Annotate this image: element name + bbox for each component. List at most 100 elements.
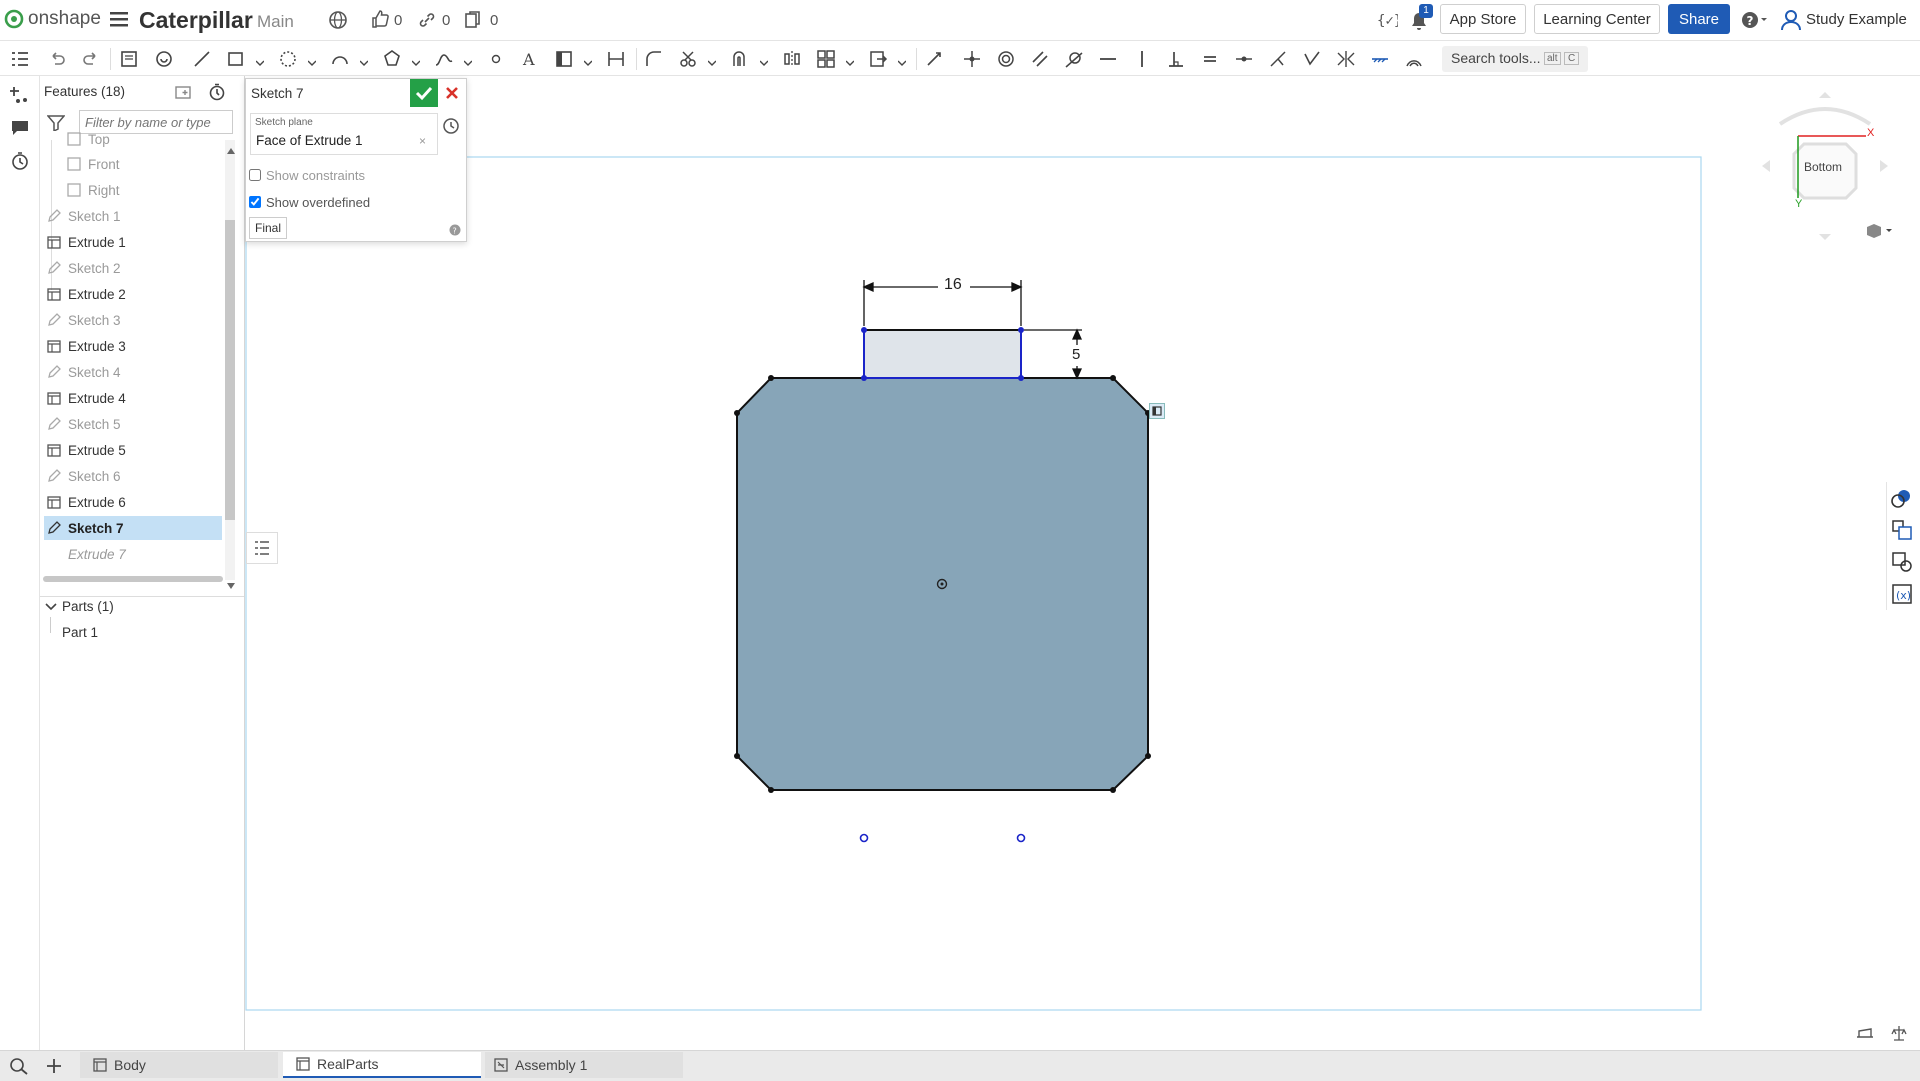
offset-icon[interactable] [730, 49, 750, 69]
transform-dropdown-icon[interactable] [897, 54, 907, 66]
accept-button[interactable] [410, 79, 438, 107]
feature-item-extrude-1[interactable]: Extrude 1 [44, 230, 222, 254]
feature-item-sketch-7[interactable]: Sketch 7 [44, 516, 222, 540]
text-icon[interactable]: A [520, 49, 540, 69]
measure-icon[interactable] [1855, 1025, 1875, 1041]
arc-icon[interactable] [330, 49, 350, 69]
tab-assembly-1[interactable]: Assembly 1 [485, 1052, 683, 1078]
feature-item-extrude-2[interactable]: Extrude 2 [44, 282, 222, 306]
feature-item-sketch-6[interactable]: Sketch 6 [44, 464, 222, 488]
quick-constrain-icon[interactable] [924, 49, 944, 69]
tangent-icon[interactable] [1064, 49, 1084, 69]
redo-icon[interactable] [81, 49, 101, 69]
add-tab-icon[interactable] [44, 1056, 64, 1076]
share-button[interactable]: Share [1668, 4, 1730, 34]
tab-realparts[interactable]: RealParts [283, 1052, 481, 1078]
feature-scrollbar-track[interactable] [225, 140, 235, 580]
horizontal-icon[interactable] [1098, 49, 1118, 69]
height-dimension-value[interactable]: 5 [1072, 346, 1080, 363]
feature-item-top[interactable]: Top [64, 130, 222, 148]
midpoint-icon[interactable] [1234, 49, 1254, 69]
rectangle-dropdown-icon[interactable] [255, 54, 265, 66]
pierce-icon[interactable] [1302, 49, 1322, 69]
trim-dropdown-icon[interactable] [707, 54, 717, 66]
user-name[interactable]: Study Example [1806, 11, 1907, 28]
logo-text[interactable]: onshape [28, 8, 101, 30]
history-clock-icon[interactable] [442, 117, 460, 135]
transform-icon[interactable] [868, 49, 888, 69]
appearance-icon[interactable] [1890, 486, 1914, 510]
search-tools-box[interactable]: Search tools... alt C [1442, 46, 1588, 72]
feature-item-right[interactable]: Right [64, 178, 222, 202]
feature-item-extrude-4[interactable]: Extrude 4 [44, 386, 222, 410]
scroll-down-arrow-icon[interactable] [226, 577, 236, 589]
scroll-up-arrow-icon[interactable] [226, 142, 236, 154]
feature-item-sketch-1[interactable]: Sketch 1 [44, 204, 222, 228]
feature-item-extrude-3[interactable]: Extrude 3 [44, 334, 222, 358]
trim-icon[interactable] [678, 49, 698, 69]
parts-list-icon[interactable] [1890, 518, 1914, 542]
learning-center-button[interactable]: Learning Center [1534, 4, 1660, 34]
globe-icon[interactable] [328, 10, 348, 30]
equal-icon[interactable] [1200, 49, 1220, 69]
use-icon[interactable] [154, 49, 174, 69]
configurations-icon[interactable] [1890, 550, 1914, 574]
sketch-handle-icon[interactable] [1149, 403, 1165, 419]
point-icon[interactable] [486, 49, 506, 69]
curvature-icon[interactable] [1404, 49, 1424, 69]
onshape-logo-icon[interactable] [4, 9, 24, 29]
workspace-name[interactable]: Main [257, 12, 294, 32]
sketch-icon[interactable] [119, 49, 139, 69]
user-avatar-icon[interactable] [1779, 8, 1803, 32]
polygon-dropdown-icon[interactable] [411, 54, 421, 66]
link-icon[interactable] [418, 11, 436, 29]
fix-icon[interactable] [1370, 49, 1390, 69]
feature-item-extrude-5[interactable]: Extrude 5 [44, 438, 222, 462]
dimension-icon[interactable] [606, 49, 626, 69]
sketch-canvas[interactable] [245, 76, 1885, 1050]
help-icon[interactable]: ? [1740, 10, 1770, 30]
sketch-list-toggle[interactable] [246, 532, 278, 564]
parts-header[interactable]: Parts (1) [62, 599, 114, 614]
feature-item-sketch-5[interactable]: Sketch 5 [44, 412, 222, 436]
feature-item-extrude-6[interactable]: Extrude 6 [44, 490, 222, 514]
hamburger-menu-icon[interactable] [110, 11, 128, 27]
construction-icon[interactable] [554, 49, 574, 69]
coincident-icon[interactable] [962, 49, 982, 69]
graphics-viewport[interactable]: 16 5 [245, 76, 1885, 1050]
tab-body[interactable]: Body [80, 1052, 278, 1078]
normal-icon[interactable] [1268, 49, 1288, 69]
symmetric-icon[interactable] [1336, 49, 1356, 69]
feature-item-sketch-2[interactable]: Sketch 2 [44, 256, 222, 280]
document-title[interactable]: Caterpillar [139, 7, 253, 34]
feature-item-sketch-4[interactable]: Sketch 4 [44, 360, 222, 384]
perpendicular-icon[interactable] [1166, 49, 1186, 69]
show-overdefined-checkbox[interactable] [249, 196, 261, 208]
spline-icon[interactable] [434, 49, 454, 69]
sketch-plane-field[interactable]: Sketch plane Face of Extrude 1 × [250, 113, 438, 155]
vertical-icon[interactable] [1132, 49, 1152, 69]
horizontal-scrollbar[interactable] [43, 576, 223, 582]
show-constraints-checkbox[interactable] [249, 169, 261, 181]
line-icon[interactable] [192, 49, 212, 69]
help-icon[interactable]: ? [449, 223, 461, 236]
mirror-icon[interactable] [782, 49, 802, 69]
rectangle-icon[interactable] [226, 49, 246, 69]
like-icon[interactable] [370, 9, 390, 29]
linear-pattern-icon[interactable] [816, 49, 836, 69]
circle-dropdown-icon[interactable] [307, 54, 317, 66]
arc-dropdown-icon[interactable] [359, 54, 369, 66]
custom-features-icon[interactable]: {✓} [1376, 10, 1402, 30]
copy-icon[interactable] [464, 10, 482, 30]
insert-icon[interactable] [9, 84, 31, 106]
filter-icon[interactable] [46, 115, 66, 133]
add-folder-icon[interactable] [175, 84, 193, 100]
fillet-icon[interactable] [644, 49, 664, 69]
view-options-icon[interactable] [1864, 222, 1894, 240]
comments-icon[interactable] [9, 116, 31, 138]
concentric-icon[interactable] [996, 49, 1016, 69]
app-store-button[interactable]: App Store [1440, 4, 1526, 34]
variables-icon[interactable]: (x) [1890, 582, 1914, 606]
undo-icon[interactable] [47, 49, 67, 69]
polygon-icon[interactable] [382, 49, 402, 69]
